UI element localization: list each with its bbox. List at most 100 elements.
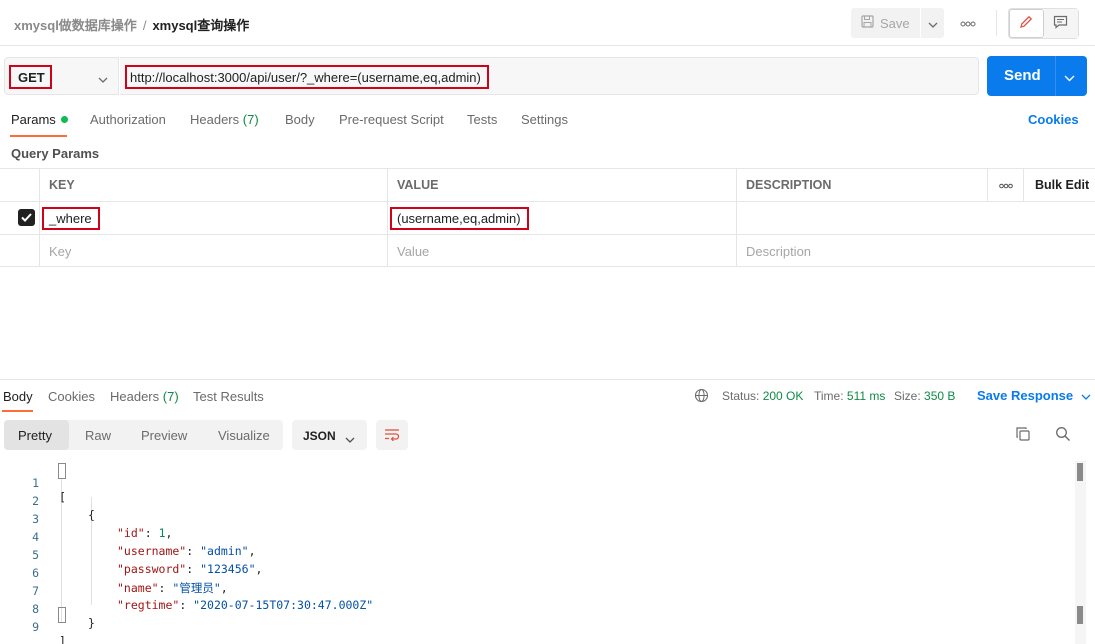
save-response-label: Save Response xyxy=(977,388,1074,403)
tab-authorization[interactable]: Authorization xyxy=(90,112,166,127)
save-response-button[interactable]: Save Response xyxy=(977,388,1091,403)
url-text: http://localhost:3000/api/user/?_where=(… xyxy=(125,65,489,89)
response-toolbar: Body Cookies Headers (7) Test Results St… xyxy=(0,379,1095,413)
param-value-value: (username,eq,admin) xyxy=(390,207,529,230)
column-header-key: KEY xyxy=(39,169,388,201)
mode-pretty[interactable]: Pretty xyxy=(4,420,69,450)
response-tab-cookies[interactable]: Cookies xyxy=(48,389,95,404)
mode-preview[interactable]: Preview xyxy=(141,420,187,450)
save-button[interactable]: Save xyxy=(851,8,920,38)
table-row: _where (username,eq,admin) xyxy=(0,201,1095,234)
new-description-input[interactable]: Description xyxy=(736,235,1095,267)
code-text: ] xyxy=(59,634,66,644)
scrollbar-marker[interactable] xyxy=(1077,463,1083,481)
breadcrumb-collection[interactable]: xmysql做数据库操作 xyxy=(14,18,137,33)
code-line: 9 ] xyxy=(0,606,1070,644)
edit-mode-button[interactable] xyxy=(1009,9,1044,38)
send-divider xyxy=(1055,56,1056,96)
param-key-value: _where xyxy=(42,207,100,230)
time-label: Time: xyxy=(814,389,844,403)
save-label: Save xyxy=(880,15,910,31)
request-header: xmysql做数据库操作 / xmysql查询操作 Save xyxy=(0,0,1095,46)
tab-headers-label: Headers xyxy=(190,112,240,127)
chevron-down-icon xyxy=(98,71,108,86)
send-label: Send xyxy=(1004,67,1041,84)
chevron-down-icon xyxy=(1081,388,1091,403)
code-line: 8 } xyxy=(0,588,1070,630)
response-time: Time: 511 ms xyxy=(814,389,885,403)
breadcrumb-request-name[interactable]: xmysql查询操作 xyxy=(152,18,249,33)
code-line: 5 "password": "123456", xyxy=(0,534,1070,576)
method-select[interactable]: GET xyxy=(4,57,119,95)
more-actions-button[interactable] xyxy=(957,14,979,32)
tab-tests[interactable]: Tests xyxy=(467,112,497,127)
response-tab-test-results[interactable]: Test Results xyxy=(193,389,264,404)
status-value: 200 OK xyxy=(762,389,804,403)
active-tab-underline xyxy=(10,135,67,137)
tab-prerequest-script[interactable]: Pre-request Script xyxy=(339,112,444,127)
mode-visualize[interactable]: Visualize xyxy=(218,420,270,450)
query-params-title: Query Params xyxy=(11,146,100,161)
save-icon xyxy=(861,15,874,31)
tab-body[interactable]: Body xyxy=(285,112,315,127)
time-value: 511 ms xyxy=(846,389,886,403)
response-tab-headers[interactable]: Headers (7) xyxy=(110,389,179,404)
bracket-match-highlight xyxy=(58,463,66,479)
header-divider xyxy=(996,10,997,36)
param-value-cell[interactable]: (username,eq,admin) xyxy=(387,202,736,234)
code-line: 2 { xyxy=(0,480,1070,522)
method-label: GET xyxy=(9,65,52,89)
globe-icon[interactable] xyxy=(694,388,709,406)
scrollbar-marker[interactable] xyxy=(1077,606,1083,624)
size-label: Size: xyxy=(894,389,921,403)
column-header-description: DESCRIPTION xyxy=(736,169,987,201)
ellipsis-icon xyxy=(960,14,976,30)
table-header-row: KEY VALUE DESCRIPTION Bulk Edit xyxy=(0,168,1095,201)
search-icon xyxy=(1055,426,1071,445)
comments-button[interactable] xyxy=(1043,9,1078,38)
vertical-scrollbar[interactable] xyxy=(1075,461,1086,644)
column-header-value: VALUE xyxy=(387,169,736,201)
response-tab-body[interactable]: Body xyxy=(3,389,33,404)
column-options-button[interactable] xyxy=(987,169,1023,201)
param-key-cell[interactable]: _where xyxy=(39,202,388,234)
cookies-link[interactable]: Cookies xyxy=(1028,112,1079,127)
format-select[interactable]: JSON xyxy=(292,420,367,450)
comment-icon xyxy=(1053,15,1068,32)
code-line: 4 "username": "admin", xyxy=(0,516,1070,558)
chevron-down-icon xyxy=(345,432,355,446)
copy-icon xyxy=(1015,426,1031,445)
new-key-input[interactable]: Key xyxy=(39,235,388,267)
ellipsis-icon xyxy=(999,178,1013,192)
tab-settings[interactable]: Settings xyxy=(521,112,568,127)
chevron-down-icon xyxy=(928,16,938,31)
mode-raw[interactable]: Raw xyxy=(85,420,111,450)
view-mode-group: Pretty Raw Preview Visualize xyxy=(4,420,283,450)
send-button[interactable]: Send xyxy=(987,56,1087,96)
status-label: Status: xyxy=(722,389,760,403)
checkmark-icon xyxy=(21,210,32,225)
active-indicator-dot xyxy=(60,116,68,123)
code-line: 7 "regtime": "2020-07-15T07:30:47.000Z" xyxy=(0,570,1070,612)
response-tab-headers-label: Headers xyxy=(110,389,160,404)
bulk-edit-button[interactable]: Bulk Edit xyxy=(1023,169,1095,201)
response-body-editor[interactable]: 1 [ 2 { 3 "id": 1, 4 "username": "admin"… xyxy=(0,461,1075,644)
table-row-empty: Key Value Description xyxy=(0,234,1095,267)
sidebar-mode-toggle xyxy=(1008,8,1079,39)
chevron-down-icon[interactable] xyxy=(1064,70,1075,85)
search-button[interactable] xyxy=(1053,425,1073,445)
save-options-button[interactable] xyxy=(921,8,944,38)
param-description-cell[interactable] xyxy=(736,202,1095,234)
copy-button[interactable] xyxy=(1013,425,1033,445)
bracket-match-highlight xyxy=(58,607,66,623)
new-value-input[interactable]: Value xyxy=(387,235,736,267)
tab-params[interactable]: Params xyxy=(11,112,68,127)
breadcrumb-separator: / xyxy=(142,18,147,33)
wrap-lines-button[interactable] xyxy=(376,420,408,450)
breadcrumb: xmysql做数据库操作 / xmysql查询操作 xyxy=(14,15,249,34)
tab-headers[interactable]: Headers (7) xyxy=(190,112,259,127)
url-input[interactable]: http://localhost:3000/api/user/?_where=(… xyxy=(120,57,979,95)
active-tab-underline xyxy=(2,410,33,412)
param-enabled-checkbox[interactable] xyxy=(18,209,35,226)
response-tab-headers-count: (7) xyxy=(162,389,179,404)
